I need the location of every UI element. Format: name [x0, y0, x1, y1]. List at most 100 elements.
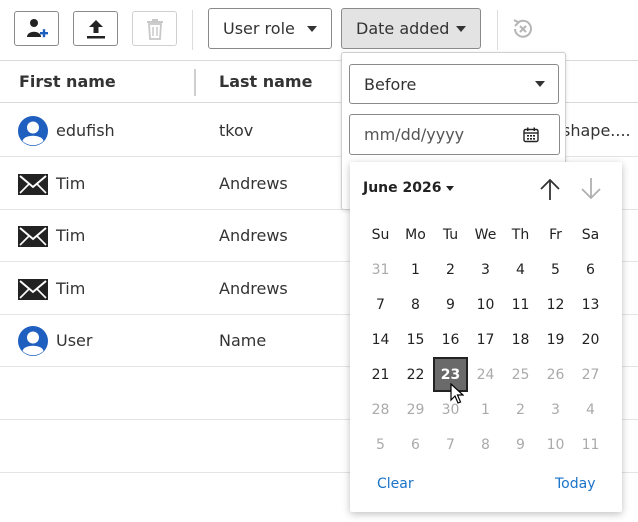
user-role-filter[interactable]: User role [208, 8, 332, 49]
calendar-day[interactable]: 3 [468, 252, 503, 287]
first-name-cell: Tim [56, 279, 86, 298]
calendar-day[interactable]: 8 [468, 427, 503, 462]
calendar-day[interactable]: 12 [538, 287, 573, 322]
date-added-filter[interactable]: Date added [341, 8, 481, 49]
column-header-last-name[interactable]: Last name [219, 72, 312, 91]
calendar-day[interactable]: 7 [433, 427, 468, 462]
calendar-day[interactable]: 5 [363, 427, 398, 462]
month-year-selector[interactable]: June 2026 [363, 180, 455, 196]
calendar-week: 14 15 16 17 18 19 20 [363, 322, 615, 357]
calendar-day[interactable]: 15 [398, 322, 433, 357]
date-condition-value: Before [364, 74, 417, 94]
calendar-week: 31 1 2 3 4 5 6 [363, 252, 615, 287]
calendar-day[interactable]: 14 [363, 322, 398, 357]
last-name-cell: tkov [219, 121, 254, 140]
user-avatar-icon [18, 116, 48, 146]
date-input[interactable]: mm/dd/yyyy [349, 114, 560, 155]
weekday-label: Sa [581, 226, 600, 243]
calendar-day[interactable]: 28 [363, 392, 398, 427]
calendar-day[interactable]: 5 [538, 252, 573, 287]
calendar-day[interactable]: 16 [433, 322, 468, 357]
calendar-day[interactable]: 26 [538, 357, 573, 392]
user-role-filter-label: User role [223, 19, 295, 38]
calendar-day[interactable]: 18 [503, 322, 538, 357]
extra-cell: shape.... [562, 121, 631, 140]
calendar-icon[interactable] [523, 127, 539, 143]
delete-button[interactable] [132, 11, 177, 46]
chevron-down-icon [307, 26, 317, 32]
trash-icon [146, 18, 163, 40]
calendar-day[interactable]: 25 [503, 357, 538, 392]
calendar-day[interactable]: 9 [503, 427, 538, 462]
calendar-grid: Su Mo Tu We Th Fr Sa 31 1 2 3 4 5 6 7 8 9 10 11 12 13 14 15 16… [363, 217, 615, 462]
calendar-day[interactable]: 11 [503, 287, 538, 322]
calendar-day[interactable]: 19 [538, 322, 573, 357]
upload-icon [86, 19, 105, 38]
upload-button[interactable] [73, 11, 118, 46]
weekday-header: Su Mo Tu We Th Fr Sa [363, 217, 615, 252]
weekday-label: Th [511, 226, 530, 243]
first-name-cell: User [56, 331, 93, 350]
calendar-day[interactable]: 1 [468, 392, 503, 427]
add-user-button[interactable] [14, 11, 59, 46]
first-name-cell: edufish [56, 121, 115, 140]
calendar-day[interactable]: 8 [398, 287, 433, 322]
last-name-cell: Andrews [219, 226, 288, 245]
calendar-day[interactable]: 7 [363, 287, 398, 322]
weekday-label: Fr [549, 226, 562, 243]
chevron-down-icon [456, 26, 466, 32]
date-input-placeholder: mm/dd/yyyy [364, 125, 465, 144]
calendar-week: 7 8 9 10 11 12 13 [363, 287, 615, 322]
column-header-first-name[interactable]: First name [19, 72, 116, 91]
weekday-label: Mo [405, 226, 426, 243]
last-name-cell: Andrews [219, 174, 288, 193]
calendar-day[interactable]: 24 [468, 357, 503, 392]
toolbar: User role Date added [0, 0, 638, 60]
calendar-day[interactable]: 3 [538, 392, 573, 427]
calendar-day[interactable]: 4 [573, 392, 608, 427]
envelope-icon [18, 226, 48, 247]
calendar-day[interactable]: 22 [398, 357, 433, 392]
calendar-day[interactable]: 17 [468, 322, 503, 357]
calendar-day[interactable]: 9 [433, 287, 468, 322]
clear-button[interactable]: Clear [377, 476, 414, 492]
envelope-icon [18, 174, 48, 195]
weekday-label: Su [371, 226, 390, 243]
calendar-day[interactable]: 2 [433, 252, 468, 287]
toolbar-divider [497, 10, 498, 50]
calendar-day[interactable]: 27 [573, 357, 608, 392]
first-name-cell: Tim [56, 226, 86, 245]
calendar-day[interactable]: 10 [538, 427, 573, 462]
chevron-down-icon [535, 81, 545, 87]
month-year-label: June 2026 [363, 180, 442, 196]
add-user-icon [26, 18, 48, 37]
calendar-week: 5 6 7 8 9 10 11 [363, 427, 615, 462]
toolbar-divider [192, 10, 193, 50]
calendar-day[interactable]: 31 [363, 252, 398, 287]
calendar-day[interactable]: 13 [573, 287, 608, 322]
calendar-week: 21 22 23 24 25 26 27 [363, 357, 615, 392]
user-avatar-icon [18, 326, 48, 356]
calendar-day[interactable]: 20 [573, 322, 608, 357]
reset-filter-icon[interactable] [511, 17, 535, 41]
first-name-cell: Tim [56, 174, 86, 193]
weekday-label: Tu [442, 226, 459, 243]
arrow-down-icon[interactable] [579, 176, 603, 202]
date-picker-popup: June 2026 Su Mo Tu We Th Fr Sa 31 1 2 3 4 5 6 7 8 9 10 11… [350, 162, 622, 512]
calendar-day[interactable]: 6 [573, 252, 608, 287]
calendar-day[interactable]: 6 [398, 427, 433, 462]
date-condition-select[interactable]: Before [349, 64, 559, 104]
calendar-day[interactable]: 21 [363, 357, 398, 392]
weekday-label: We [474, 226, 497, 243]
calendar-day[interactable]: 10 [468, 287, 503, 322]
calendar-day[interactable]: 1 [398, 252, 433, 287]
calendar-day[interactable]: 11 [573, 427, 608, 462]
envelope-icon [18, 279, 48, 300]
calendar-day[interactable]: 4 [503, 252, 538, 287]
column-resize-handle[interactable] [194, 69, 196, 96]
today-button[interactable]: Today [555, 476, 596, 492]
calendar-day[interactable]: 2 [503, 392, 538, 427]
arrow-up-icon[interactable] [538, 176, 562, 202]
calendar-day[interactable]: 29 [398, 392, 433, 427]
calendar-week: 28 29 30 1 2 3 4 [363, 392, 615, 427]
